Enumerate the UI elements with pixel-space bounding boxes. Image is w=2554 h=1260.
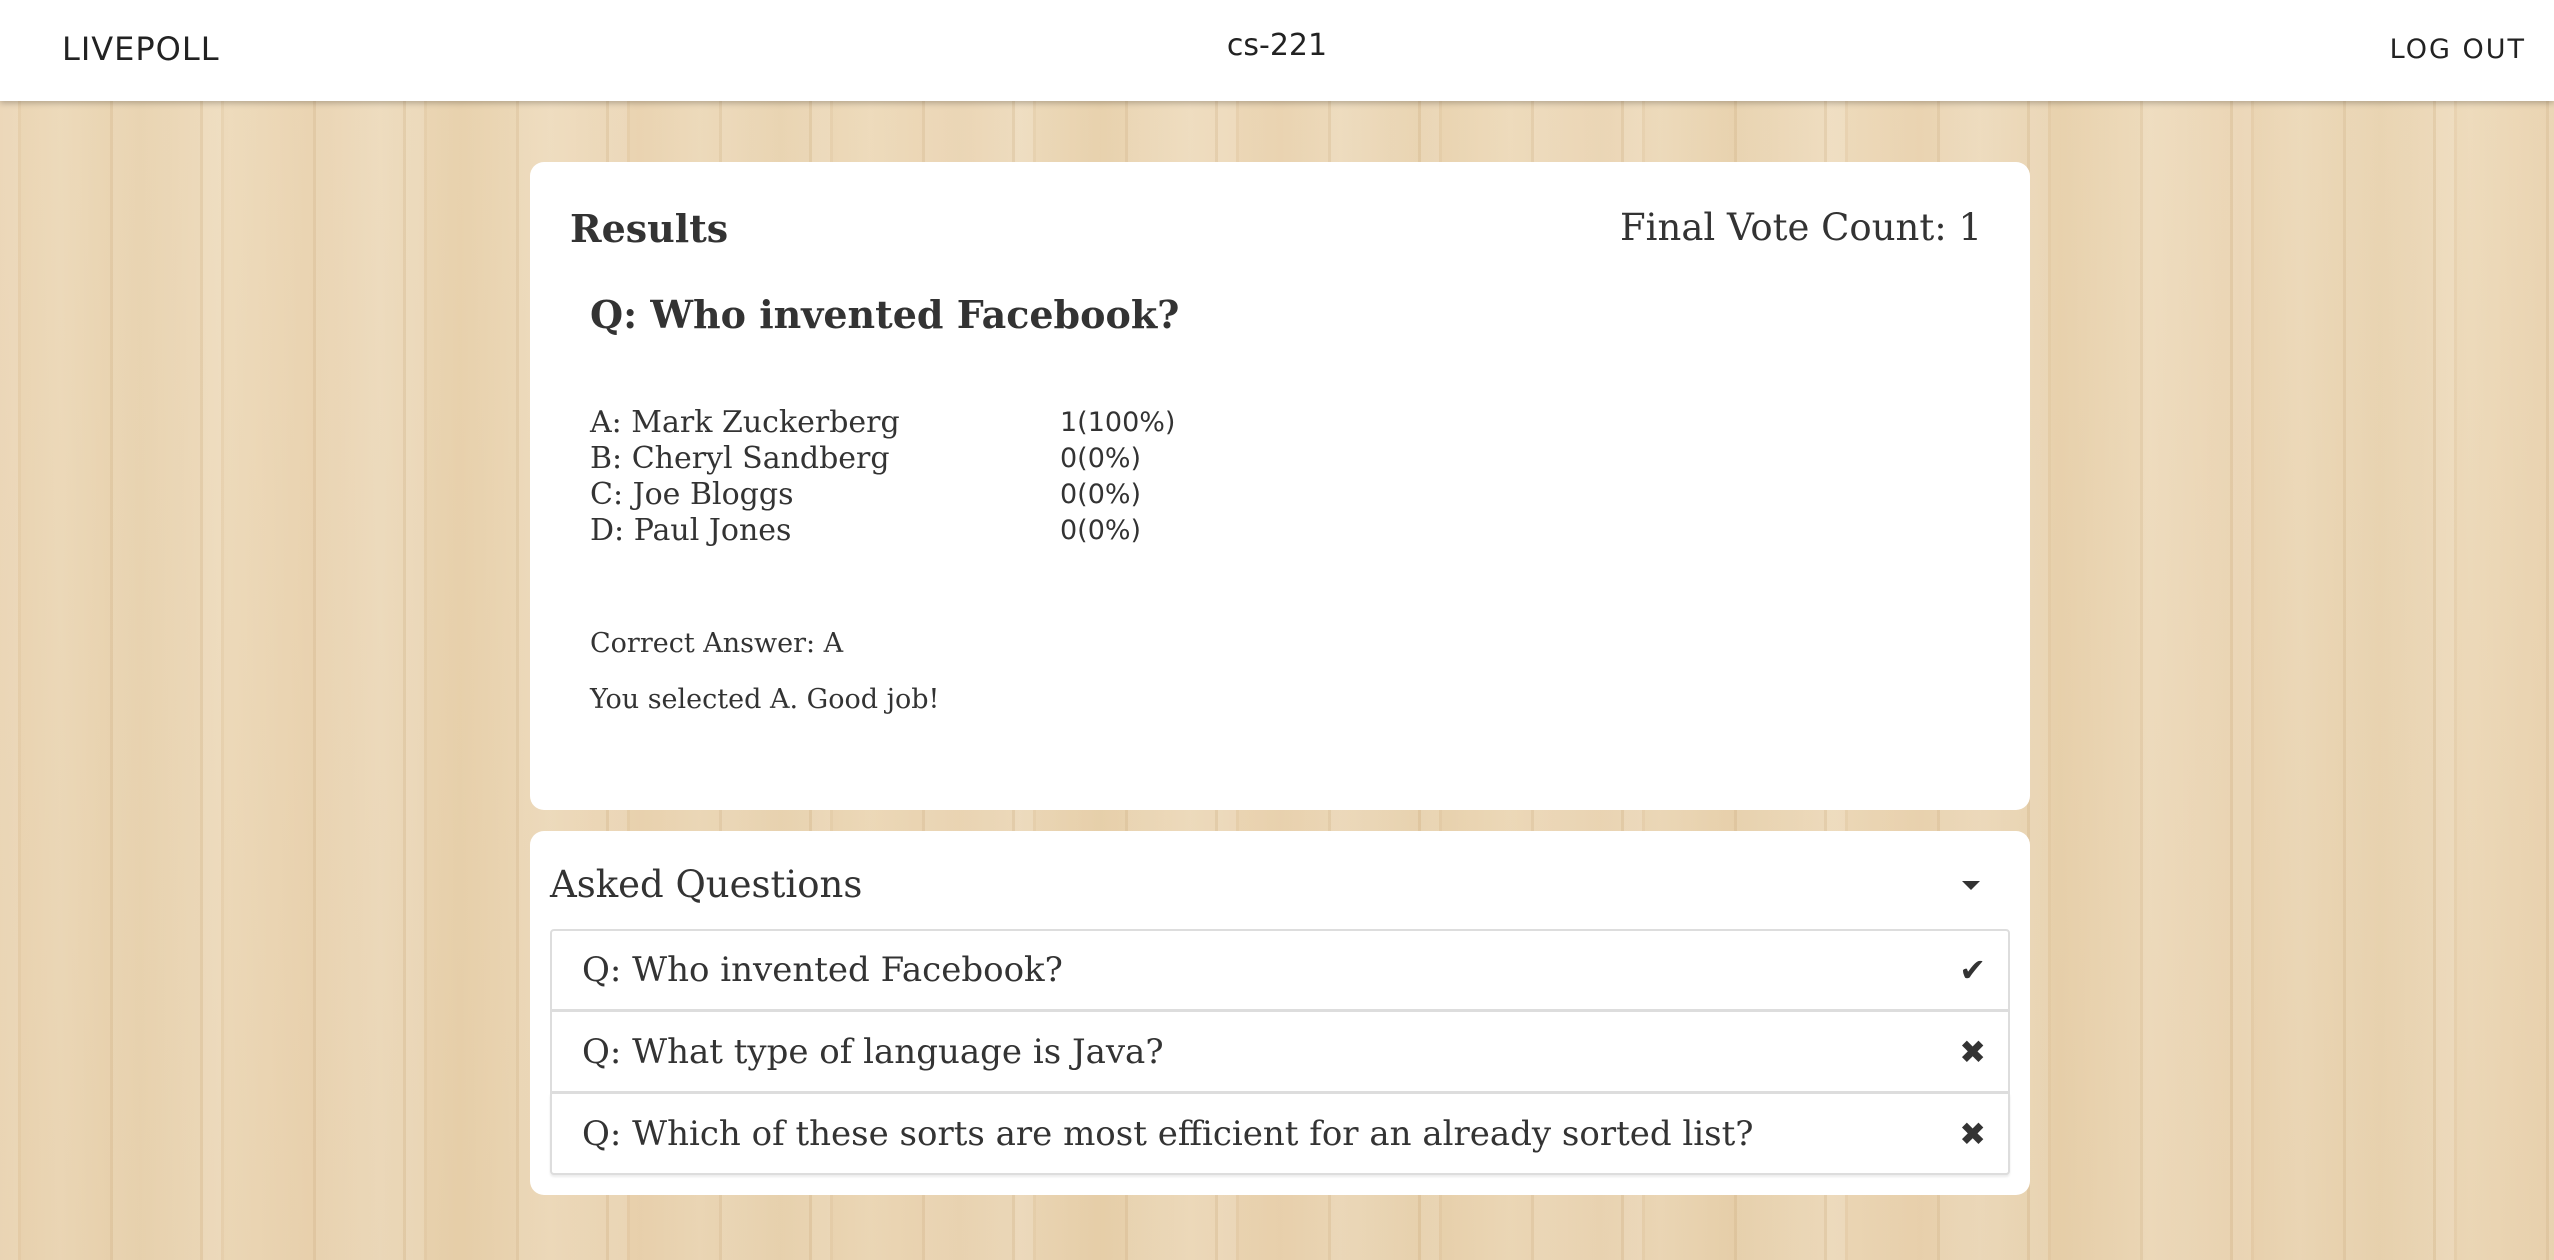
- answer-row: B: Cheryl Sandberg 0(0%): [590, 440, 1175, 476]
- answer-count: 0(0%): [1060, 478, 1142, 510]
- results-title: Results: [570, 206, 729, 251]
- answer-row: D: Paul Jones 0(0%): [590, 512, 1175, 548]
- answer-label: C: Joe Bloggs: [590, 476, 794, 512]
- results-card: Results Final Vote Count: 1 Q: Who inven…: [530, 162, 2030, 810]
- answer-label: D: Paul Jones: [590, 512, 792, 548]
- asked-questions-list: Q: Who invented Facebook? ✔ Q: What type…: [550, 929, 2010, 1175]
- asked-question-item[interactable]: Q: What type of language is Java? ✖: [550, 1011, 2010, 1093]
- correct-answer: Correct Answer: A: [590, 628, 844, 659]
- answer-count: 1(100%): [1060, 406, 1176, 438]
- asked-question-item[interactable]: Q: Which of these sorts are most efficie…: [550, 1093, 2010, 1175]
- asked-questions-title: Asked Questions: [550, 863, 863, 906]
- asked-question-text: Q: What type of language is Java?: [582, 1031, 1164, 1072]
- cross-icon: ✖: [1959, 1032, 1986, 1071]
- asked-question-item[interactable]: Q: Who invented Facebook? ✔: [550, 929, 2010, 1011]
- asked-question-text: Q: Which of these sorts are most efficie…: [582, 1113, 1754, 1154]
- top-navbar: LIVEPOLL cs-221 LOG OUT: [0, 0, 2554, 101]
- collapse-caret-icon[interactable]: [1962, 881, 1980, 890]
- final-vote-count: Final Vote Count: 1: [1620, 206, 1982, 249]
- selection-feedback: You selected A. Good job!: [590, 684, 940, 715]
- answer-label: A: Mark Zuckerberg: [590, 404, 900, 440]
- answer-list: A: Mark Zuckerberg 1(100%) B: Cheryl San…: [590, 404, 1175, 548]
- question-text: Q: Who invented Facebook?: [590, 292, 1180, 337]
- answer-count: 0(0%): [1060, 442, 1142, 474]
- asked-questions-card: Asked Questions Q: Who invented Facebook…: [530, 831, 2030, 1195]
- course-title: cs-221: [1226, 28, 1328, 63]
- asked-question-text: Q: Who invented Facebook?: [582, 950, 1063, 990]
- answer-row: A: Mark Zuckerberg 1(100%): [590, 404, 1175, 440]
- check-icon: ✔: [1959, 951, 1986, 989]
- answer-row: C: Joe Bloggs 0(0%): [590, 476, 1175, 512]
- cross-icon: ✖: [1959, 1114, 1986, 1153]
- answer-label: B: Cheryl Sandberg: [590, 440, 890, 476]
- answer-count: 0(0%): [1060, 514, 1142, 546]
- logout-button[interactable]: LOG OUT: [2390, 34, 2526, 65]
